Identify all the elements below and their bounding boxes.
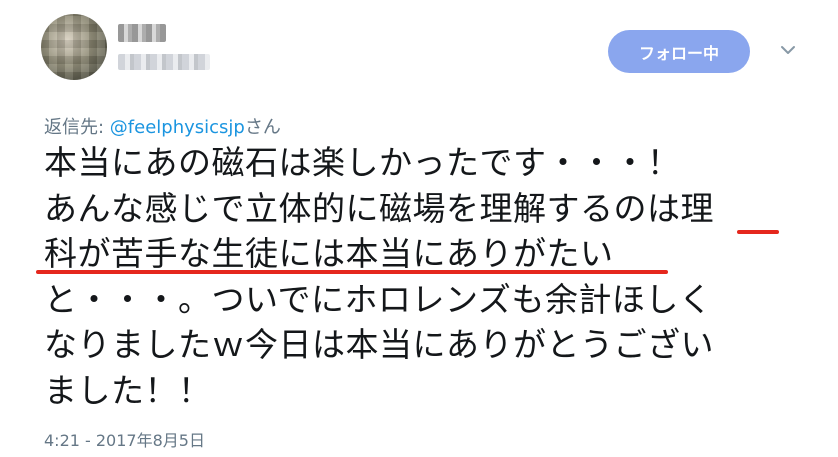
tweet-text: 本当にあの磁石は楽しかったです・・・！ あんな感じで立体的に磁場を理解するのは理… bbox=[44, 140, 794, 413]
tweet-line: ました！！ bbox=[44, 370, 212, 410]
highlight-underline bbox=[737, 230, 779, 234]
tweet-line: あんな感じで立体的に磁場を理解するのは理 bbox=[44, 188, 714, 228]
highlight-underline bbox=[36, 270, 668, 274]
replying-to-suffix: さん bbox=[244, 117, 281, 138]
replying-to: 返信先: @feelphysicsjpさん bbox=[44, 113, 281, 139]
chevron-down-icon[interactable] bbox=[778, 40, 798, 60]
display-name[interactable] bbox=[118, 24, 166, 42]
timestamp[interactable]: 4:21 - 2017年8月5日 bbox=[44, 427, 205, 451]
tweet-line: と・・・。ついでにホロレンズも余計ほしく bbox=[44, 279, 713, 319]
avatar[interactable] bbox=[41, 14, 107, 80]
username[interactable] bbox=[118, 54, 210, 70]
replying-to-prefix: 返信先: bbox=[44, 117, 110, 138]
tweet-line: 本当にあの磁石は楽しかったです・・・！ bbox=[44, 143, 681, 182]
reply-handle-link[interactable]: @feelphysicsjp bbox=[110, 117, 245, 138]
tweet-line: なりましたｗ今日は本当にありがとうござい bbox=[44, 325, 714, 364]
following-button[interactable]: フォロー中 bbox=[608, 30, 750, 73]
